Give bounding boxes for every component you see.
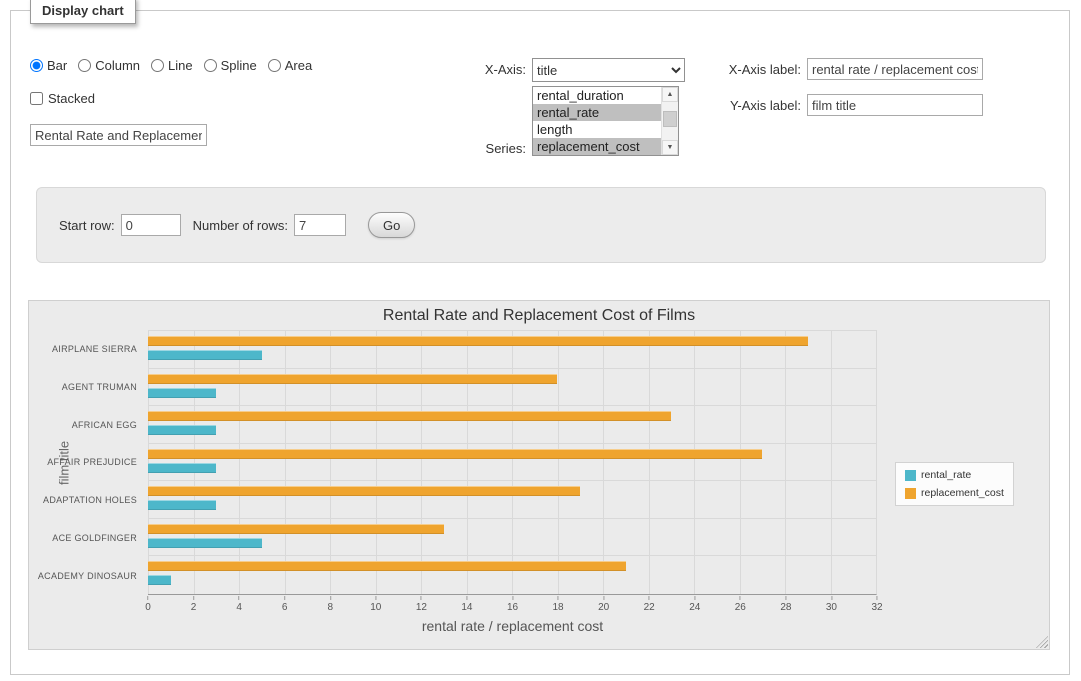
chart-type-option-label: Line <box>168 58 193 73</box>
x-tick-label: 32 <box>871 596 882 613</box>
chart-type-option-column[interactable]: Column <box>78 58 140 73</box>
go-button[interactable]: Go <box>368 212 415 238</box>
bar-rental_rate <box>148 425 216 435</box>
chart-legend: rental_rate replacement_cost <box>895 462 1014 506</box>
chart-type-radio-column[interactable] <box>78 59 91 72</box>
bar-replacement_cost <box>148 374 557 384</box>
chart-type-option-label: Bar <box>47 58 67 73</box>
chart-panel: Rental Rate and Replacement Cost of Film… <box>28 300 1050 650</box>
legend-label: rental_rate <box>921 469 971 481</box>
series-listbox[interactable]: rental_durationrental_ratelengthreplacem… <box>532 86 679 156</box>
chart-type-radio-group: Bar Column Line Spline Area <box>30 58 312 73</box>
x-tick-label: 16 <box>507 596 518 613</box>
x-tick-label: 14 <box>461 596 472 613</box>
legend-swatch <box>905 488 916 499</box>
chart-type-radio-line[interactable] <box>151 59 164 72</box>
x-tick-label: 26 <box>735 596 746 613</box>
bar-group <box>148 369 876 407</box>
bar-replacement_cost <box>148 449 762 459</box>
chart-type-option-spline[interactable]: Spline <box>204 58 257 73</box>
y-axis-label-input[interactable] <box>807 94 983 116</box>
bar-group <box>148 331 876 369</box>
fieldset-legend: Display chart <box>30 0 136 24</box>
stacked-label: Stacked <box>48 91 95 106</box>
chart-type-radio-bar[interactable] <box>30 59 43 72</box>
bar-group <box>148 406 876 444</box>
category-label: AGENT TRUMAN <box>29 368 142 406</box>
category-label: ACE GOLDFINGER <box>29 519 142 557</box>
bar-group <box>148 556 876 594</box>
number-of-rows-label: Number of rows: <box>193 218 288 233</box>
chart-x-axis-title: rental rate / replacement cost <box>148 618 877 634</box>
x-tick-label: 28 <box>780 596 791 613</box>
legend-item-rental_rate[interactable]: rental_rate <box>905 469 1004 481</box>
bar-rental_rate <box>148 350 262 360</box>
legend-label: replacement_cost <box>921 487 1004 499</box>
x-tick-label: 6 <box>282 596 288 613</box>
series-option-length[interactable]: length <box>533 121 661 138</box>
gridline <box>876 331 877 594</box>
bar-group <box>148 519 876 557</box>
x-axis-label-field-label: X-Axis label: <box>636 62 801 77</box>
series-option-replacement_cost[interactable]: replacement_cost <box>533 138 661 155</box>
chart-type-option-bar[interactable]: Bar <box>30 58 67 73</box>
chart-resize-handle[interactable] <box>1036 636 1048 648</box>
start-row-input[interactable] <box>121 214 181 236</box>
chart-category-labels: AIRPLANE SIERRAAGENT TRUMANAFRICAN EGGAF… <box>29 330 142 595</box>
legend-item-replacement_cost[interactable]: replacement_cost <box>905 487 1004 499</box>
bar-replacement_cost <box>148 524 444 534</box>
chart-x-axis-ticks: 02468101214161820222426283032 <box>148 596 877 614</box>
category-label: ADAPTATION HOLES <box>29 481 142 519</box>
bar-replacement_cost <box>148 336 808 346</box>
category-label: ACADEMY DINOSAUR <box>29 557 142 595</box>
number-of-rows-input[interactable] <box>294 214 346 236</box>
category-label: AFRICAN EGG <box>29 406 142 444</box>
x-tick-label: 20 <box>598 596 609 613</box>
category-label: AFFAIR PREJUDICE <box>29 444 142 482</box>
chart-type-option-area[interactable]: Area <box>268 58 312 73</box>
scrollbar-thumb[interactable] <box>663 111 677 127</box>
bar-group <box>148 481 876 519</box>
y-axis-label-field-label: Y-Axis label: <box>636 98 801 113</box>
x-tick-label: 30 <box>826 596 837 613</box>
bar-rental_rate <box>148 538 262 548</box>
chart-type-option-line[interactable]: Line <box>151 58 193 73</box>
chart-type-option-label: Column <box>95 58 140 73</box>
x-axis-label: X-Axis: <box>431 62 526 77</box>
stacked-checkbox[interactable] <box>30 92 43 105</box>
x-tick-label: 2 <box>191 596 197 613</box>
x-tick-label: 0 <box>145 596 151 613</box>
bar-replacement_cost <box>148 486 580 496</box>
stacked-checkbox-row[interactable]: Stacked <box>30 91 95 106</box>
bar-replacement_cost <box>148 561 626 571</box>
x-axis-label-input[interactable] <box>807 58 983 80</box>
bar-replacement_cost <box>148 411 671 421</box>
bar-group <box>148 444 876 482</box>
chart-title-input[interactable] <box>30 124 207 146</box>
bar-rental_rate <box>148 575 171 585</box>
x-tick-label: 22 <box>644 596 655 613</box>
chart-plot-area <box>148 330 877 595</box>
x-tick-label: 12 <box>416 596 427 613</box>
category-label: AIRPLANE SIERRA <box>29 330 142 368</box>
chart-title: Rental Rate and Replacement Cost of Film… <box>29 307 1049 325</box>
legend-swatch <box>905 470 916 481</box>
rows-panel: Start row: Number of rows: Go <box>36 187 1046 263</box>
x-tick-label: 4 <box>236 596 242 613</box>
chart-type-radio-spline[interactable] <box>204 59 217 72</box>
chart-type-radio-area[interactable] <box>268 59 281 72</box>
x-tick-label: 8 <box>327 596 333 613</box>
chart-type-option-label: Area <box>285 58 312 73</box>
x-tick-label: 24 <box>689 596 700 613</box>
bar-rental_rate <box>148 388 216 398</box>
bar-rental_rate <box>148 463 216 473</box>
scrollbar-down-icon[interactable]: ▼ <box>662 140 678 155</box>
chart-type-option-label: Spline <box>221 58 257 73</box>
series-label: Series: <box>431 141 526 156</box>
bar-rental_rate <box>148 500 216 510</box>
start-row-label: Start row: <box>59 218 115 233</box>
x-tick-label: 10 <box>370 596 381 613</box>
display-chart-fieldset: Display chart BarColumnLineSplineArea St… <box>10 10 1070 675</box>
x-tick-label: 18 <box>553 596 564 613</box>
